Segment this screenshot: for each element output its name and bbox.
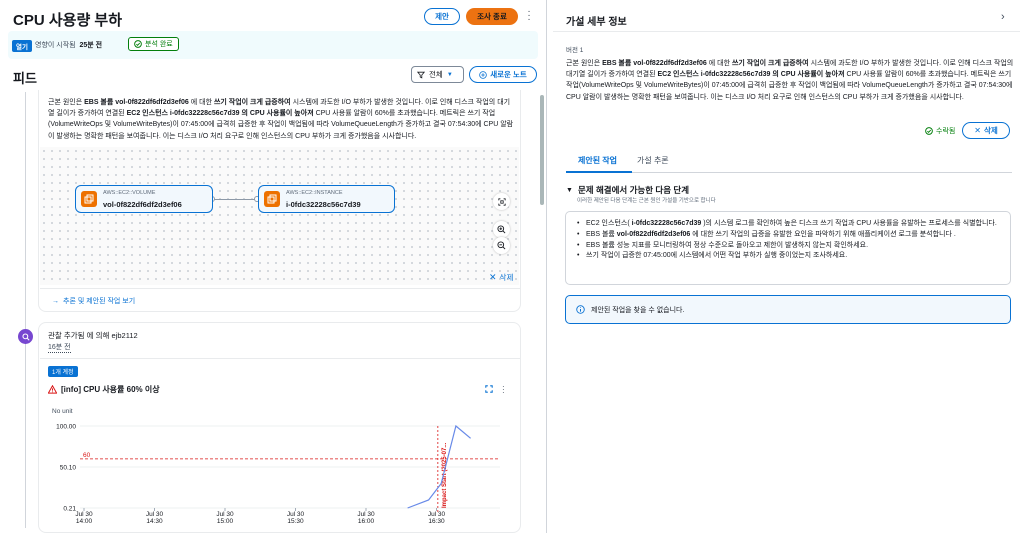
y-tick-label: 100.00 <box>56 424 76 431</box>
x-tick-label: 14:30 <box>146 518 163 525</box>
delete-hypothesis-button[interactable]: ✕ 삭제 <box>962 122 1010 139</box>
no-actions-info: 제안된 작업을 찾을 수 없습니다. <box>565 295 1011 324</box>
graph-node-volume[interactable]: AWS::EC2::VOLUME vol-0f822df6df2d3ef06 <box>75 185 213 213</box>
more-actions-icon[interactable]: · · · <box>526 7 532 25</box>
filter-icon <box>417 71 425 78</box>
impact-started: 영향이 시작됨 25분 전 <box>35 42 103 49</box>
x-tick-label: Jul 30 <box>357 511 375 518</box>
observation-author: 관찰 추가됨 에 의해 ejb2112 <box>48 331 138 340</box>
check-circle-icon <box>925 127 933 135</box>
ec2-volume-icon <box>81 191 97 207</box>
hypothesis-summary: 근본 원인은 EBS 볼륨 vol-0f822df6df2d3ef06 에 대한… <box>48 99 514 140</box>
warning-icon <box>48 385 57 394</box>
feed-scrollbar[interactable] <box>540 95 544 205</box>
panel-title: 가설 세부 정보 <box>566 17 627 28</box>
page-title: CPU 사용량 부하 <box>13 12 123 29</box>
plus-circle-icon <box>479 70 487 79</box>
feed-timeline <box>25 92 26 528</box>
x-tick-label: 14:00 <box>76 518 93 525</box>
feed-title: 피드 <box>13 71 37 86</box>
divider <box>40 358 520 359</box>
new-note-button[interactable]: 새로운 노트 <box>469 66 537 83</box>
list-item: EBS 볼륨 vol-0f822df6df2d3ef06 에 대한 쓰기 작업의… <box>575 230 1005 241</box>
end-investigation-button[interactable]: 조사 종료 <box>466 8 518 25</box>
x-tick-label: Jul 30 <box>75 511 93 518</box>
zoom-out-icon[interactable] <box>493 237 510 254</box>
observation-time: 16분 전 <box>48 344 71 353</box>
divider <box>40 288 520 289</box>
version-label: 버전 1 <box>566 47 584 54</box>
cpu-alarm-chart: 100.0050.100.21Jul 3014:00Jul 3014:30Jul… <box>56 424 500 525</box>
list-item: EC2 인스턴스( i-0fdc32228c56c7d39 )의 시스템 로그를… <box>575 219 1005 230</box>
detail-tabs <box>566 151 1012 173</box>
x-tick-label: 15:30 <box>287 518 304 525</box>
y-tick-label: 50.10 <box>60 465 77 472</box>
tab-hypothesis-reasoning[interactable]: 가설 추론 <box>637 155 669 166</box>
active-tab-indicator <box>566 171 632 173</box>
suggest-button[interactable]: 제안 <box>424 8 460 25</box>
hypothesis-description: 근본 원인은 EBS 볼륨 vol-0f822df6df2d3ef06 에 대한… <box>566 60 1014 101</box>
next-steps-list: EC2 인스턴스( i-0fdc32228c56c7d39 )의 시스템 로그를… <box>575 219 1005 262</box>
search-icon <box>21 332 30 341</box>
threshold-label: 60 <box>83 452 91 459</box>
close-icon: ✕ <box>489 272 497 282</box>
accepted-status: 수락됨 <box>925 126 955 136</box>
next-steps-toggle[interactable]: ▼ 문제 해결에서 가능한 다음 단계 <box>566 184 689 196</box>
zoom-in-icon[interactable] <box>493 221 510 238</box>
status-tag: 열기 <box>12 40 32 52</box>
check-circle-icon <box>134 40 142 48</box>
x-tick-label: 16:30 <box>428 518 445 525</box>
view-suggestions-link[interactable]: → 추론 및 제안된 작업 보기 <box>52 296 135 306</box>
alarm-title: [info] CPU 사용률 60% 이상 <box>48 384 160 395</box>
observation-avatar <box>18 329 33 344</box>
tab-suggested-actions[interactable]: 제안된 작업 <box>578 155 617 166</box>
graph-node-instance[interactable]: AWS::EC2::INSTANCE i-0fdc32228c56c7d39 <box>258 185 395 213</box>
analysis-complete-badge: 분석 완료 <box>128 37 179 51</box>
graph-edge <box>213 199 258 200</box>
caret-down-icon: ▼ <box>446 71 453 78</box>
expand-icon[interactable] <box>485 385 493 393</box>
x-tick-label: Jul 30 <box>287 511 305 518</box>
topology-graph[interactable] <box>40 147 519 285</box>
chevron-right-icon[interactable]: › <box>1001 11 1005 23</box>
next-steps-subtitle: 이러한 제안된 다음 단계는 근본 원인 가설을 기반으로 합니다 <box>577 198 716 204</box>
ec2-instance-icon <box>264 191 280 207</box>
feed-filter-dropdown[interactable]: 전체 ▼ <box>411 66 464 83</box>
list-item: EBS 볼륨 성능 지표를 모니터링하여 정상 수준으로 돌아오고 제한이 발생… <box>575 241 1005 252</box>
hypothesis-delete-button[interactable]: ✕ 삭제 <box>489 272 513 283</box>
caret-down-icon: ▼ <box>566 186 573 194</box>
arrow-right-icon: → <box>52 297 59 305</box>
close-icon: ✕ <box>974 126 981 135</box>
chart-unit-label: No unit <box>52 408 73 415</box>
x-tick-label: Jul 30 <box>146 511 164 518</box>
account-count-tag: 1개 계정 <box>48 366 78 377</box>
x-tick-label: 16:00 <box>358 518 375 525</box>
fit-view-icon[interactable] <box>493 193 510 210</box>
chart-more-icon[interactable]: · · · <box>502 383 505 397</box>
x-tick-label: 15:00 <box>217 518 234 525</box>
x-tick-label: Jul 30 <box>428 511 446 518</box>
list-item: 쓰기 작업이 급증한 07:45:00에 시스템에서 어떤 작업 부하가 실행 … <box>575 251 1005 262</box>
divider <box>553 31 1020 32</box>
info-icon <box>576 305 585 314</box>
x-tick-label: Jul 30 <box>216 511 234 518</box>
